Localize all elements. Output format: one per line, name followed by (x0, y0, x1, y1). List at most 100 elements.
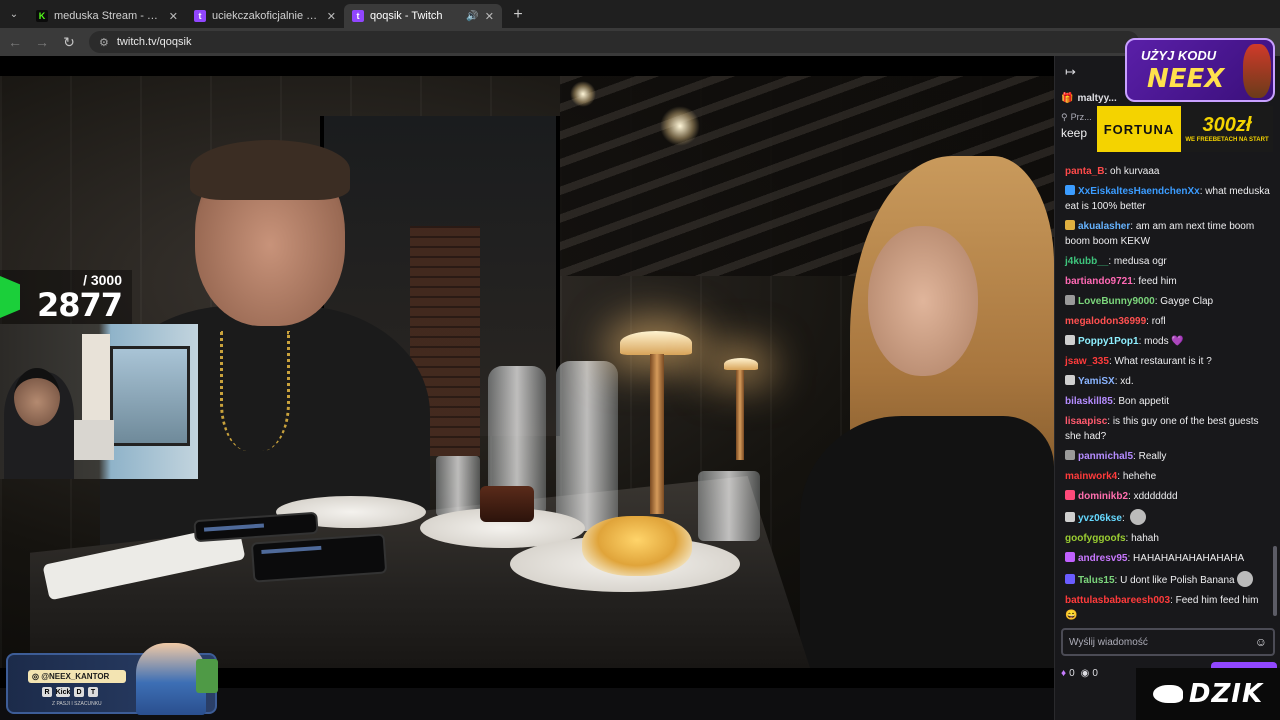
tab-search-icon[interactable]: ⌄ (0, 0, 28, 28)
pinned-user: maltyy... (1077, 92, 1117, 104)
user-badge-icon[interactable] (1065, 490, 1075, 500)
chat-username[interactable]: goofyggoofs (1065, 533, 1126, 544)
reload-button[interactable]: ↻ (57, 30, 81, 54)
twitch-icon: t (194, 10, 206, 22)
new-tab-button[interactable]: + (506, 3, 530, 27)
user-badge-icon[interactable] (1065, 220, 1075, 230)
social-icon: D (74, 687, 84, 697)
fortuna-brand: FORTUNA (1097, 106, 1181, 152)
goal-value: 2877 (36, 286, 123, 324)
chat-message: lisaapisc: is this guy one of the best g… (1065, 414, 1273, 444)
chat-username[interactable]: bilaskill85 (1065, 396, 1113, 407)
chat-message: goofyggoofs: hahah (1065, 531, 1273, 546)
woman-at-table (800, 156, 1054, 668)
fortuna-ad-banner[interactable]: FORTUNA 300zł WE FREEBETACH NA START (1097, 106, 1273, 152)
chat-text: Bon appetit (1118, 396, 1169, 407)
tab-title: meduska Stream - Watch Live o (54, 10, 163, 22)
instagram-handle: ◎ @NEEX_KANTOR (28, 670, 126, 683)
chat-text: hahah (1131, 533, 1159, 544)
social-icon: T (88, 687, 98, 697)
goal-bar-icon (0, 276, 20, 318)
ad-line2: NEEX (1147, 64, 1225, 94)
channel-points[interactable]: ◉ 0 (1081, 668, 1098, 679)
chat-username[interactable]: panta_B (1065, 166, 1104, 177)
chat-message: YamiSX: xd. (1065, 374, 1273, 389)
chat-message: Talus15: U dont like Polish Banana (1065, 571, 1273, 588)
chat-input[interactable]: Wyślij wiadomość ☺ (1061, 628, 1275, 656)
chat-username[interactable]: battulasbabareesh003 (1065, 595, 1170, 606)
promo-overlay: ◎ @NEEX_KANTOR R Kick D T Z PASJI I SZAC… (6, 643, 218, 715)
chat-username[interactable]: jsaw_335 (1065, 356, 1109, 367)
chat-username[interactable]: Poppy1Pop1 (1078, 336, 1139, 347)
url-text: twitch.tv/qoqsik (116, 36, 192, 48)
user-badge-icon[interactable] (1065, 512, 1075, 522)
chat-message: akualasher: am am am next time boom boom… (1065, 219, 1273, 249)
chat-scrollbar[interactable] (1273, 546, 1277, 616)
video-player[interactable]: / 3000 2877 (0, 56, 1054, 688)
fortuna-offer: 300zł WE FREEBETACH NA START (1181, 106, 1273, 152)
back-button[interactable]: ← (3, 30, 27, 54)
bits-balance[interactable]: ♦ 0 (1061, 668, 1075, 679)
chat-username[interactable]: yvz06kse (1078, 513, 1122, 524)
bits-icon: ♦ (1061, 667, 1067, 679)
chat-username[interactable]: andresv95 (1078, 553, 1127, 564)
browser-tab-3[interactable]: t qoqsik - Twitch 🔊 ✕ (344, 4, 502, 28)
user-badge-icon[interactable] (1065, 295, 1075, 305)
user-badge-icon[interactable] (1065, 552, 1075, 562)
dessert (582, 516, 692, 576)
chat-username[interactable]: lisaapisc (1065, 416, 1107, 427)
table-lamp (724, 358, 758, 370)
chat-username[interactable]: YamiSX (1078, 376, 1115, 387)
close-tab-icon[interactable]: ✕ (169, 10, 178, 23)
user-badge-icon[interactable] (1065, 574, 1075, 584)
speaker-icon[interactable]: 🔊 (466, 11, 478, 22)
emote-icon[interactable] (1236, 571, 1253, 587)
close-tab-icon[interactable]: ✕ (327, 10, 336, 23)
user-badge-icon[interactable] (1065, 335, 1075, 345)
user-badge-icon[interactable] (1065, 450, 1075, 460)
browser-tab-1[interactable]: K meduska Stream - Watch Live o ✕ (28, 4, 186, 28)
gift-icon: 🎁 (1061, 92, 1074, 104)
chat-username[interactable]: bartiando9721 (1065, 276, 1133, 287)
site-settings-icon[interactable]: ⚙ (99, 36, 109, 49)
chat-message-list: panta_B: oh kurvaaa XxEiskaltesHaendchenX… (1065, 164, 1273, 628)
chat-username[interactable]: dominikb2 (1078, 491, 1128, 502)
browser-tab-2[interactable]: t uciekczakoficjalnie XD - Twitch ✕ (186, 4, 344, 28)
social-icons: R Kick D T (42, 687, 98, 697)
browser-tab-bar: ⌄ K meduska Stream - Watch Live o ✕ t uc… (0, 0, 1280, 28)
water-bottle (556, 361, 618, 531)
chat-text: xddddddd (1133, 491, 1178, 502)
emoji-picker-icon[interactable]: ☺ (1255, 635, 1267, 649)
forward-button[interactable]: → (30, 30, 54, 54)
chat-username[interactable]: j4kubb__ (1065, 256, 1108, 267)
chat-username[interactable]: mainwork4 (1065, 471, 1117, 482)
chat-text: rofl (1151, 316, 1166, 327)
chat-text: oh kurvaaa (1110, 166, 1160, 177)
chat-username[interactable]: Talus15 (1078, 575, 1115, 586)
user-badge-icon[interactable] (1065, 185, 1075, 195)
chat-username[interactable]: XxEiskaltesHaendchenXx (1078, 186, 1200, 197)
fortuna-amount: 300zł (1202, 114, 1252, 136)
user-badge-icon[interactable] (1065, 375, 1075, 385)
chat-username[interactable]: akualasher (1078, 221, 1130, 232)
chat-message: panmichal5: Really (1065, 449, 1273, 464)
close-tab-icon[interactable]: ✕ (485, 10, 494, 23)
chat-separator: : (1121, 513, 1128, 524)
chat-text: HAHAHAHAHAHAHAHA (1133, 553, 1245, 564)
chat-username[interactable]: LoveBunny9000 (1078, 296, 1155, 307)
chat-message: bartiando9721: feed him (1065, 274, 1273, 289)
dzik-sponsor-logo: DZIK (1136, 668, 1280, 720)
streamer-avatar (14, 368, 60, 426)
url-field[interactable]: ⚙ twitch.tv/qoqsik (89, 31, 1139, 53)
chat-username[interactable]: panmichal5 (1078, 451, 1133, 462)
promo-subtext: Z PASJI I SZACUNKU (52, 701, 102, 707)
chat-message: battulasbabareesh003: Feed him feed him … (1065, 593, 1273, 623)
neex-ad-banner[interactable]: UŻYJ KODU NEEX (1125, 38, 1275, 102)
emote-icon[interactable] (1129, 509, 1146, 525)
chat-username[interactable]: megalodon36999 (1065, 316, 1146, 327)
tab-title: uciekczakoficjalnie XD - Twitch (212, 10, 321, 22)
boar-icon (1152, 685, 1183, 703)
collapse-chat-icon[interactable]: ↦ (1065, 64, 1076, 80)
ceiling-light (570, 81, 596, 107)
chat-text: xd. (1120, 376, 1134, 387)
